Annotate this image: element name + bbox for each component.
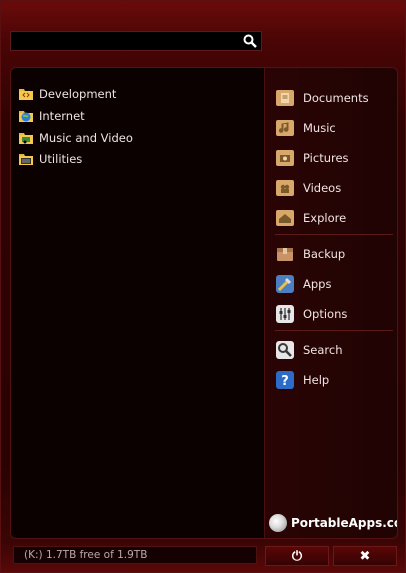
apps-label: Apps: [303, 277, 332, 291]
drive-status: (K:) 1.7TB free of 1.9TB: [13, 546, 257, 564]
help-icon: ?: [276, 371, 294, 389]
category-utilities[interactable]: Utilities: [18, 149, 82, 169]
backup-link[interactable]: Backup: [275, 242, 345, 266]
videos-icon: [276, 180, 294, 196]
power-button[interactable]: ⏻: [265, 546, 329, 566]
search-box[interactable]: [10, 31, 262, 51]
pictures-label: Pictures: [303, 151, 349, 165]
category-label: Music and Video: [39, 131, 133, 145]
backup-label: Backup: [303, 247, 346, 261]
close-icon: ✖: [359, 548, 371, 564]
music-video-folder-icon: [19, 133, 33, 144]
explore-label: Explore: [303, 211, 347, 225]
search-link[interactable]: Search: [275, 338, 343, 362]
category-music-and-video[interactable]: Music and Video: [18, 128, 133, 148]
portableapps-logo-icon: [269, 514, 287, 532]
videos-link[interactable]: Videos: [275, 176, 341, 200]
separator: [275, 330, 393, 331]
development-folder-icon: [19, 89, 33, 100]
close-button[interactable]: ✖: [333, 546, 397, 566]
shortcut-column: Documents Music Pictures Videos Explore …: [265, 68, 397, 538]
category-development[interactable]: Development: [18, 84, 116, 104]
apps-icon: [276, 275, 294, 293]
category-label: Internet: [39, 109, 85, 123]
explore-icon: [276, 210, 294, 226]
main-panel: Development Internet Music and Video Uti…: [10, 67, 398, 539]
portableapps-logo[interactable]: PortableApps.com: [269, 514, 397, 532]
category-label: Utilities: [39, 152, 83, 166]
search-link-label: Search: [303, 343, 343, 357]
explore-link[interactable]: Explore: [275, 206, 346, 230]
utilities-folder-icon: [19, 154, 33, 165]
documents-link[interactable]: Documents: [275, 86, 369, 110]
documents-icon: [276, 90, 294, 106]
videos-label: Videos: [303, 181, 342, 195]
help-link[interactable]: ? Help: [275, 368, 329, 392]
search-help-icon: [276, 341, 294, 359]
separator: [275, 234, 393, 235]
category-internet[interactable]: Internet: [18, 106, 85, 126]
documents-label: Documents: [303, 91, 369, 105]
music-link[interactable]: Music: [275, 116, 336, 140]
search-input[interactable]: [11, 32, 244, 50]
svg-text:?: ?: [281, 374, 289, 389]
help-label: Help: [303, 373, 330, 387]
internet-folder-icon: [19, 111, 33, 122]
brand-name: PortableApps.com: [291, 516, 397, 530]
category-label: Development: [39, 87, 117, 101]
backup-icon: [277, 248, 293, 261]
options-icon: [276, 305, 294, 323]
pictures-link[interactable]: Pictures: [275, 146, 349, 170]
options-link[interactable]: Options: [275, 302, 347, 326]
options-label: Options: [303, 307, 348, 321]
portableapps-menu-window: Development Internet Music and Video Uti…: [0, 0, 406, 573]
music-label: Music: [303, 121, 336, 135]
search-icon[interactable]: [243, 34, 257, 48]
music-icon: [276, 120, 294, 136]
pictures-icon: [276, 150, 294, 166]
apps-link[interactable]: Apps: [275, 272, 331, 296]
power-icon: ⏻: [291, 548, 303, 564]
